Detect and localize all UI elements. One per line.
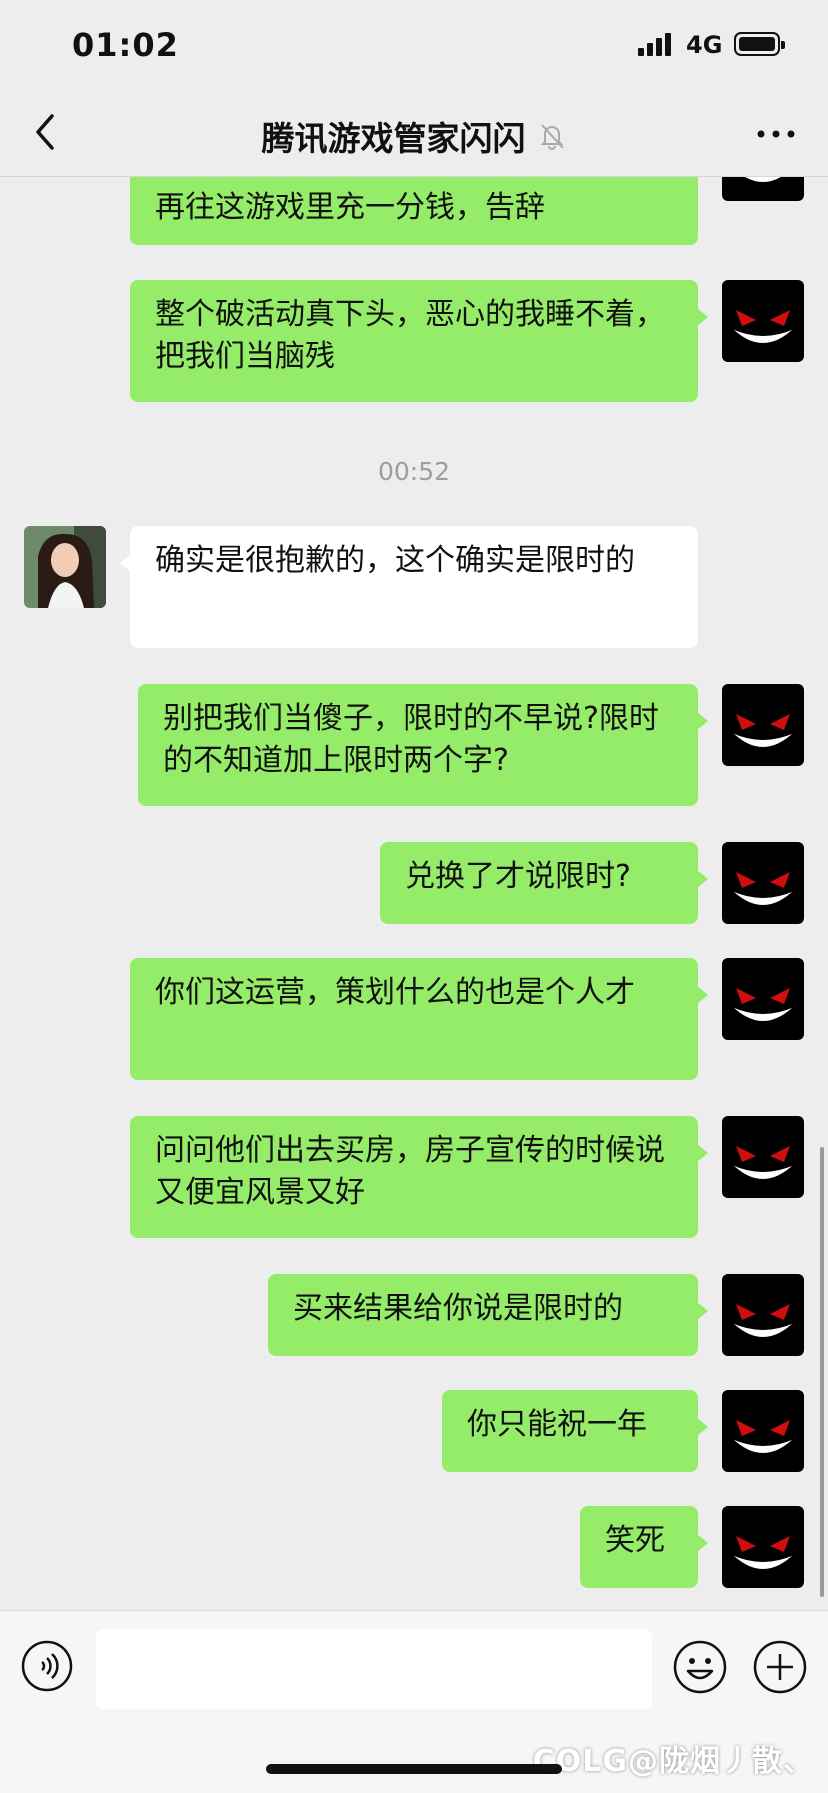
- my-avatar[interactable]: [722, 1116, 804, 1198]
- status-bar: 01:02 4G: [0, 0, 828, 92]
- message-bubble[interactable]: 整个破活动真下头，恶心的我睡不着，把我们当脑残: [130, 280, 708, 402]
- message-bubble[interactable]: 兑换了才说限时?: [380, 842, 708, 924]
- chat-header: 腾讯游戏管家闪闪: [0, 92, 828, 177]
- message-bubble[interactable]: 你只能祝一年: [442, 1390, 708, 1472]
- my-avatar[interactable]: [722, 280, 804, 362]
- more-icon: [757, 130, 795, 138]
- plus-button[interactable]: [752, 1639, 808, 1695]
- message-bubble[interactable]: 问问他们出去买房，房子宣传的时候说又便宜风景又好: [130, 1116, 708, 1238]
- my-avatar[interactable]: [722, 1274, 804, 1356]
- message-input[interactable]: [96, 1629, 652, 1709]
- my-avatar[interactable]: [722, 842, 804, 924]
- chat-title: 腾讯游戏管家闪闪: [261, 119, 526, 158]
- evil-face-avatar-icon: [722, 958, 804, 1040]
- message-bubble[interactable]: 你们这运营，策划什么的也是个人才: [130, 958, 708, 1080]
- my-avatar[interactable]: [722, 177, 804, 201]
- evil-face-avatar-icon: [722, 1274, 804, 1356]
- evil-face-avatar-icon: [722, 842, 804, 924]
- message-bubble[interactable]: 再往这游戏里充一分钱，告辞: [130, 177, 698, 245]
- emoji-icon: [673, 1640, 727, 1694]
- chat-scrollbar[interactable]: [820, 1147, 824, 1597]
- evil-face-avatar-icon: [722, 1116, 804, 1198]
- mute-bell-icon: [540, 124, 564, 150]
- my-avatar[interactable]: [722, 1390, 804, 1472]
- evil-face-avatar-icon: [722, 1390, 804, 1472]
- message-bubble[interactable]: 确实是很抱歉的，这个确实是限时的: [120, 526, 698, 648]
- voice-button[interactable]: [20, 1639, 74, 1693]
- status-time: 01:02: [72, 26, 179, 64]
- message-bubble[interactable]: 买来结果给你说是限时的: [268, 1274, 708, 1356]
- evil-face-avatar-icon: [722, 280, 804, 362]
- voice-icon: [21, 1640, 73, 1692]
- evil-face-avatar-icon: [722, 1506, 804, 1588]
- battery-icon: [734, 32, 785, 56]
- more-button[interactable]: [754, 122, 798, 146]
- message-timestamp: 00:52: [377, 457, 451, 486]
- my-avatar[interactable]: [722, 958, 804, 1040]
- signal-icon: [638, 32, 674, 56]
- my-avatar[interactable]: [722, 684, 804, 766]
- message-bubble[interactable]: 笑死: [580, 1506, 708, 1588]
- home-indicator[interactable]: [266, 1764, 562, 1774]
- message-bubble[interactable]: 别把我们当傻子，限时的不早说?限时的不知道加上限时两个字?: [138, 684, 708, 806]
- plus-icon: [753, 1640, 807, 1694]
- evil-face-avatar-icon: [722, 177, 804, 201]
- agent-avatar[interactable]: [24, 526, 106, 608]
- watermark: COLG@陇烟丿散、: [532, 1744, 814, 1779]
- network-label: 4G: [686, 31, 723, 59]
- emoji-button[interactable]: [672, 1639, 728, 1695]
- my-avatar[interactable]: [722, 1506, 804, 1588]
- evil-face-avatar-icon: [722, 684, 804, 766]
- chat-area[interactable]: 再往这游戏里充一分钱，告辞 整个破活动真下头，恶心的我睡不着，把我们当脑残 00…: [0, 177, 828, 1610]
- chat-title-wrap: 腾讯游戏管家闪闪: [0, 112, 828, 160]
- agent-photo-avatar-icon: [24, 526, 106, 608]
